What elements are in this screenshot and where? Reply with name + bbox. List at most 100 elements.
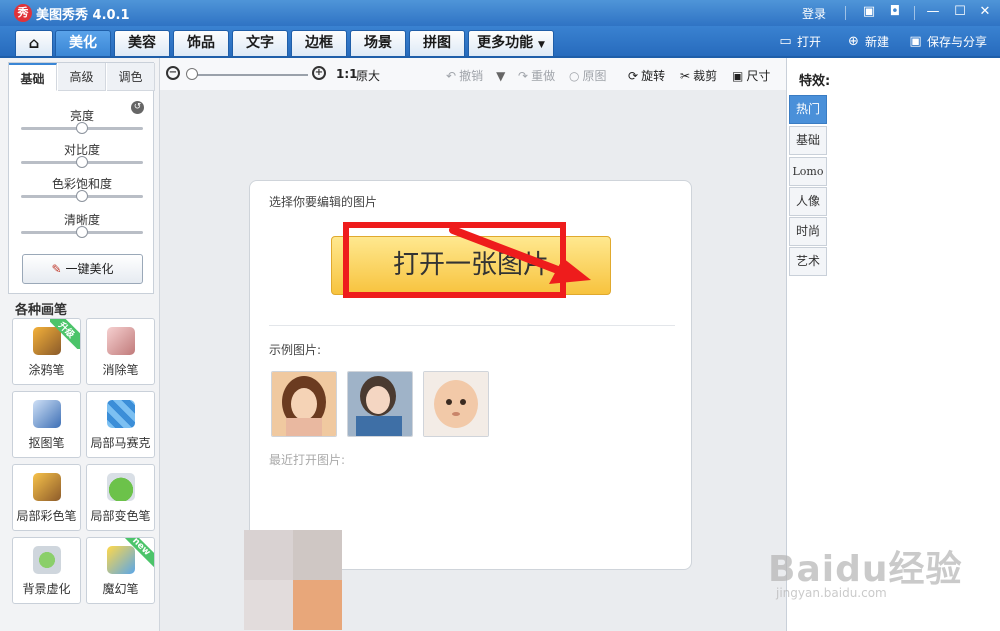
original-label: 原图 xyxy=(582,69,607,83)
brush-doodle[interactable]: 升级 涂鸦笔 xyxy=(12,318,81,385)
brush-cutout[interactable]: 抠图笔 xyxy=(12,391,81,458)
slider-knob[interactable] xyxy=(76,226,88,238)
subtab-tone[interactable]: 调色 xyxy=(107,63,155,91)
resize-icon: ▣ xyxy=(732,68,744,83)
crop-button[interactable]: ✂ 裁剪 xyxy=(680,67,717,84)
effect-tab-hot[interactable]: 热门 xyxy=(789,95,827,124)
tab-home[interactable]: ⌂ xyxy=(15,30,53,56)
app-title: 美图秀秀 4.0.1 xyxy=(36,8,130,23)
dropdown-arrow-icon[interactable]: ▼ xyxy=(496,69,505,83)
home-icon: ⌂ xyxy=(28,34,40,52)
upgrade-badge: 升级 xyxy=(50,319,80,349)
redo-button[interactable]: ↷ 重做 xyxy=(518,67,555,84)
rotate-label: 旋转 xyxy=(641,69,666,83)
slider-knob[interactable] xyxy=(76,122,88,134)
pen-nib-icon xyxy=(33,400,61,428)
edit-toolbar: − + 1:1 原大 ↶ 撤销 ▼ ↷ 重做 ○ 原图 ⟳ 旋转 ✂ 裁剪 ▣ … xyxy=(160,58,786,90)
effect-tab-portrait[interactable]: 人像 xyxy=(789,187,827,216)
tab-text[interactable]: 文字 xyxy=(232,30,288,56)
minimize-icon[interactable]: — xyxy=(925,4,941,20)
effect-tab-fashion[interactable]: 时尚 xyxy=(789,217,827,246)
open-button[interactable]: ▭ 打开 xyxy=(778,33,821,50)
original-icon: ○ xyxy=(569,68,580,83)
tab-more-label: 更多功能 xyxy=(477,35,534,51)
tab-frame[interactable]: 边框 xyxy=(291,30,347,56)
login-link[interactable]: 登录 xyxy=(802,5,826,22)
example-images-label: 示例图片: xyxy=(269,343,322,357)
scissors-icon: ✂ xyxy=(680,68,691,83)
paint-brush-icon xyxy=(33,473,61,501)
contrast-slider[interactable] xyxy=(21,156,143,168)
brush-eraser[interactable]: 消除笔 xyxy=(86,318,155,385)
eraser-icon xyxy=(107,327,135,355)
close-icon[interactable]: ✕ xyxy=(977,4,993,20)
brush-label: 消除笔 xyxy=(102,363,139,377)
tab-beauty[interactable]: 美容 xyxy=(114,30,170,56)
left-panel: 基础 高级 调色 ↺ 亮度 对比度 色彩饱和度 清晰度 ✎ 一键美化 各种画笔 … xyxy=(0,58,160,631)
portrait-image xyxy=(348,372,412,436)
brush-background-blur[interactable]: 背景虚化 xyxy=(12,537,81,604)
brush-local-color[interactable]: 局部彩色笔 xyxy=(12,464,81,531)
brush-label: 局部彩色笔 xyxy=(16,509,77,523)
brightness-slider[interactable] xyxy=(21,122,143,134)
undo-label: 撤销 xyxy=(459,69,484,83)
tab-beautify[interactable]: 美化 xyxy=(55,30,111,56)
adjust-panel: 基础 高级 调色 ↺ 亮度 对比度 色彩饱和度 清晰度 ✎ 一键美化 xyxy=(8,62,155,294)
example-thumbnail[interactable] xyxy=(347,371,413,437)
zoom-in-icon[interactable]: + xyxy=(312,66,326,80)
slider-knob[interactable] xyxy=(76,190,88,202)
sharpness-slider[interactable] xyxy=(21,226,143,238)
brush-mosaic[interactable]: 局部马赛克 xyxy=(86,391,155,458)
new-label: 新建 xyxy=(865,35,890,49)
brush-label: 抠图笔 xyxy=(28,436,65,450)
original-button[interactable]: ○ 原图 xyxy=(569,67,607,84)
effect-tab-art[interactable]: 艺术 xyxy=(789,247,827,276)
open-image-card: 选择你要编辑的图片 打开一张图片 示例图片: 最近打开图片: xyxy=(249,180,692,570)
title-bar: 秀 美图秀秀 4.0.1 登录 ▣ ◘ — ☐ ✕ xyxy=(0,0,1000,26)
zoom-slider[interactable] xyxy=(190,74,308,76)
zoom-slider-knob[interactable] xyxy=(186,68,198,80)
zoom-out-icon[interactable]: − xyxy=(166,66,180,80)
subtab-advanced[interactable]: 高级 xyxy=(58,63,106,91)
tab-more[interactable]: 更多功能 ▼ xyxy=(468,30,554,56)
tab-scene[interactable]: 场景 xyxy=(350,30,406,56)
save-label: 保存与分享 xyxy=(927,35,988,49)
canvas-area: 选择你要编辑的图片 打开一张图片 示例图片: 最近打开图片: xyxy=(160,90,786,631)
slider-knob[interactable] xyxy=(76,156,88,168)
main-tab-bar: ⌂ 美化 美容 饰品 文字 边框 场景 拼图 更多功能 ▼ ▭ 打开 ⊕ 新建 … xyxy=(0,26,1000,58)
saturation-slider[interactable] xyxy=(21,190,143,202)
portrait-image xyxy=(272,372,336,436)
new-button[interactable]: ⊕ 新建 xyxy=(846,33,889,50)
subtab-basic[interactable]: 基础 xyxy=(9,63,57,91)
ratio-1-1-button[interactable]: 1:1 xyxy=(336,67,358,81)
effect-tab-lomo[interactable]: Lomo xyxy=(789,157,827,186)
skin-icon[interactable]: ◘ xyxy=(887,4,903,20)
paint-bucket-icon xyxy=(107,473,135,501)
original-size-button[interactable]: 原大 xyxy=(356,67,380,84)
one-click-beautify-button[interactable]: ✎ 一键美化 xyxy=(22,254,143,284)
maximize-icon[interactable]: ☐ xyxy=(952,4,968,20)
example-thumbnail[interactable] xyxy=(423,371,489,437)
open-label: 打开 xyxy=(797,35,822,49)
brush-magic[interactable]: new 魔幻笔 xyxy=(86,537,155,604)
open-image-button[interactable]: 打开一张图片 xyxy=(331,236,611,295)
save-share-button[interactable]: ▣ 保存与分享 xyxy=(908,33,987,50)
example-thumbnail[interactable] xyxy=(271,371,337,437)
rotate-icon: ⟳ xyxy=(628,68,639,83)
effect-tab-basic[interactable]: 基础 xyxy=(789,126,827,155)
plus-circle-icon: ⊕ xyxy=(848,34,859,49)
app-logo: 秀 xyxy=(14,4,32,22)
brush-label: 局部马赛克 xyxy=(90,436,151,450)
brush-color-change[interactable]: 局部变色笔 xyxy=(86,464,155,531)
title-separator xyxy=(845,6,846,20)
message-icon[interactable]: ▣ xyxy=(861,4,877,20)
tab-accessories[interactable]: 饰品 xyxy=(173,30,229,56)
tab-collage[interactable]: 拼图 xyxy=(409,30,465,56)
undo-icon: ↶ xyxy=(446,68,457,83)
blur-icon xyxy=(33,546,61,574)
resize-button[interactable]: ▣ 尺寸 xyxy=(732,67,770,84)
undo-button[interactable]: ↶ 撤销 ▼ xyxy=(446,67,505,84)
folder-icon: ▭ xyxy=(779,34,792,49)
resize-label: 尺寸 xyxy=(746,69,771,83)
rotate-button[interactable]: ⟳ 旋转 xyxy=(628,67,665,84)
